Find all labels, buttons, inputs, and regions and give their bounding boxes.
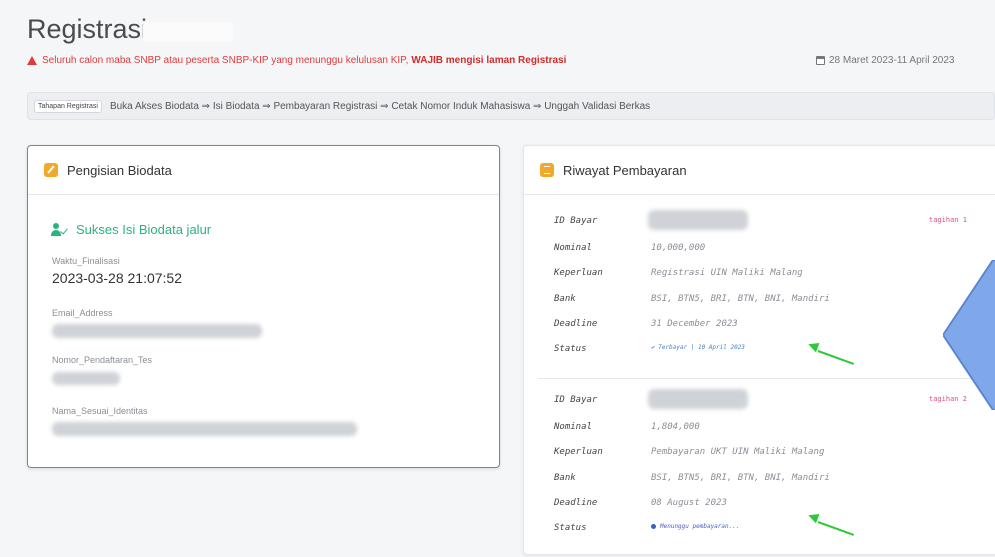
status-value-waiting: Menunggu pembayaran... <box>651 523 739 530</box>
edit-icon <box>44 163 58 177</box>
status-value-paid: ✔ Terbayar | 10 April 2023 <box>651 344 745 351</box>
list-icon <box>540 163 554 177</box>
nominal-label: Nominal <box>554 422 592 432</box>
blue-callout-shape <box>943 260 995 410</box>
bank-label: Bank <box>554 294 576 304</box>
registration-notice: Seluruh calon maba SNBP atau peserta SNB… <box>27 55 566 66</box>
payment-card-header: Riwayat Pembayaran <box>524 146 995 195</box>
date-range-text: 28 Maret 2023-11 April 2023 <box>829 55 955 66</box>
steps-tag: Tahapan Registrasi <box>34 99 102 113</box>
bank-value: BSI, BTN5, BRI, BTN, BNI, Mandiri <box>651 294 830 304</box>
biodata-card-header: Pengisian Biodata <box>28 146 499 195</box>
biodata-card-title: Pengisian Biodata <box>67 162 172 178</box>
id-label: ID Bayar <box>554 395 598 405</box>
notice-text: Seluruh calon maba SNBP atau peserta SNB… <box>42 55 409 66</box>
email-label: Email_Address <box>52 308 113 318</box>
biodata-card: Pengisian Biodata Sukses Isi Biodata jal… <box>27 145 500 468</box>
bank-label: Bank <box>554 473 576 483</box>
bill-tag: tagihan 1 <box>929 216 967 224</box>
status-label: Status <box>554 344 587 354</box>
deadline-value: 31 December 2023 <box>651 319 738 329</box>
finalization-time-value: 2023-03-28 21:07:52 <box>52 270 182 286</box>
deadline-label: Deadline <box>554 498 598 508</box>
nominal-value: 1,804,000 <box>651 422 700 432</box>
pending-dot-icon <box>651 524 656 529</box>
redacted-payment-id <box>648 389 748 409</box>
deadline-label: Deadline <box>554 319 598 329</box>
payment-history-card: Riwayat Pembayaran ID Bayar tagihan 1 No… <box>523 145 995 555</box>
warning-icon <box>27 56 37 65</box>
purpose-value: Pembayaran UKT UIN Maliki Malang <box>651 447 825 457</box>
redacted-title-suffix <box>143 22 233 42</box>
identity-name-label: Nama_Sesuai_Identitas <box>52 406 148 416</box>
nominal-label: Nominal <box>554 243 592 253</box>
steps-text: Buka Akses Biodata ⇒ Isi Biodata ⇒ Pemba… <box>109 100 651 112</box>
status-label: Status <box>554 523 587 533</box>
purpose-value: Registrasi UIN Maliki Malang <box>651 268 803 278</box>
calendar-icon <box>816 56 825 65</box>
notice-bold: WAJIB mengisi laman Registrasi <box>411 55 567 66</box>
finalization-time-label: Waktu_Finalisasi <box>52 256 120 266</box>
id-label: ID Bayar <box>554 216 598 226</box>
bank-value: BSI, BTN5, BRI, BTN, BNI, Mandiri <box>651 473 830 483</box>
registration-date-range: 28 Maret 2023-11 April 2023 <box>816 55 954 66</box>
redacted-registration-number <box>52 372 120 385</box>
biodata-success-message: Sukses Isi Biodata jalur <box>51 222 212 237</box>
redacted-payment-id <box>648 210 748 230</box>
payment-divider <box>538 378 993 379</box>
status-waiting-text: Menunggu pembayaran... <box>660 523 740 530</box>
purpose-label: Keperluan <box>554 268 603 278</box>
registration-steps: Tahapan Registrasi Buka Akses Biodata ⇒ … <box>27 92 995 120</box>
user-check-icon <box>51 222 68 237</box>
deadline-value: 08 August 2023 <box>651 498 727 508</box>
page-title: Registrasi <box>27 14 148 44</box>
payment-card-title: Riwayat Pembayaran <box>563 162 687 178</box>
success-text: Sukses Isi Biodata jalur <box>76 222 212 237</box>
purpose-label: Keperluan <box>554 447 603 457</box>
redacted-email <box>52 324 262 338</box>
registration-number-label: Nomor_Pendaftaran_Tes <box>52 355 153 365</box>
nominal-value: 10,000,000 <box>651 243 706 253</box>
redacted-identity-name <box>52 422 357 436</box>
